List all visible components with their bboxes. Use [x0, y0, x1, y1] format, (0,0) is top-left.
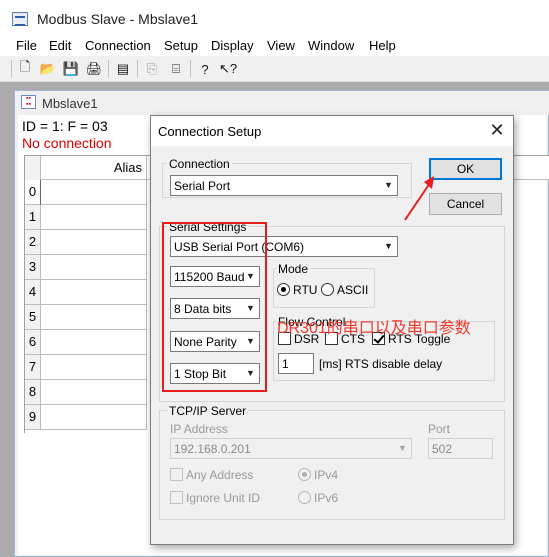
row-number: 0: [25, 180, 41, 205]
connection-group-label: Connection: [167, 157, 232, 171]
chevron-down-icon: ▼: [384, 180, 393, 190]
disconnect-icon[interactable]: ⌸: [166, 59, 186, 79]
alias-cell[interactable]: [41, 255, 147, 280]
connect-icon[interactable]: ⎘: [142, 59, 162, 79]
row-number: 2: [25, 230, 41, 255]
menu-help[interactable]: Help: [369, 38, 396, 53]
alias-cell[interactable]: [41, 355, 147, 380]
menu-file[interactable]: File: [16, 38, 37, 53]
alias-cell[interactable]: [41, 180, 147, 205]
ipv6-label: IPv6: [314, 491, 339, 505]
row-number: 8: [25, 380, 41, 405]
dialog-titlebar[interactable]: Connection Setup ✕: [151, 116, 513, 146]
toolbar-separator: [190, 60, 191, 78]
toolbar-grip: [11, 60, 12, 78]
any-address-label: Any Address: [186, 468, 254, 482]
radio-selected-icon: [277, 283, 290, 296]
alias-cell[interactable]: [41, 405, 147, 430]
row-number: 1: [25, 205, 41, 230]
slave-id-line: ID = 1: F = 03: [22, 118, 108, 134]
menu-connection[interactable]: Connection: [85, 38, 151, 53]
annotation-arrow-line: [404, 179, 433, 221]
document-icon: ▪▪ ▪▪: [21, 95, 36, 109]
print-icon[interactable]: 🖨: [84, 59, 104, 79]
menu-window[interactable]: Window: [308, 38, 354, 53]
annotation-highlight-box: [162, 222, 267, 392]
close-icon[interactable]: ✕: [486, 121, 508, 141]
connection-type-select[interactable]: Serial Port ▼: [170, 175, 398, 196]
alias-column-header[interactable]: Alias: [41, 156, 147, 180]
chevron-down-icon: ▼: [398, 443, 407, 453]
alias-cell[interactable]: [41, 380, 147, 405]
ignore-unit-id-checkbox[interactable]: Ignore Unit ID: [170, 491, 260, 505]
toolbar-separator: [108, 60, 109, 78]
mode-group-label: Mode: [276, 262, 311, 276]
toolbar: 🗋 📂 💾 🖨 ▤ ⎘ ⌸ ? ↖?: [0, 56, 549, 82]
mode-rtu-label: RTU: [293, 283, 318, 297]
mode-ascii-label: ASCII: [337, 283, 369, 297]
ip-address-label: IP Address: [170, 422, 228, 436]
radio-unselected-icon: [298, 491, 311, 504]
annotation-arrow-head: [424, 176, 434, 189]
ignore-unit-id-label: Ignore Unit ID: [186, 491, 261, 505]
row-number: 5: [25, 305, 41, 330]
alias-cell[interactable]: [41, 330, 147, 355]
modbus-app-icon: [12, 12, 28, 26]
child-title: Mbslave1: [42, 96, 98, 111]
radio-unselected-icon: [321, 283, 334, 296]
window-icon[interactable]: ▤: [113, 59, 133, 79]
alias-cell[interactable]: [41, 280, 147, 305]
mode-ascii-radio[interactable]: ASCII: [321, 283, 368, 297]
menu-bar: File Edit Connection Setup Display View …: [0, 36, 549, 56]
app-title: Modbus Slave - Mbslave1: [37, 11, 199, 27]
new-document-icon[interactable]: 🗋: [15, 59, 35, 79]
menu-setup[interactable]: Setup: [164, 38, 198, 53]
alias-cell[interactable]: [41, 305, 147, 330]
row-number: 3: [25, 255, 41, 280]
annotation-text: DR301的串口以及串口参数: [277, 320, 471, 337]
chevron-down-icon: ▼: [384, 241, 393, 251]
port-input[interactable]: 502: [428, 438, 493, 459]
alias-cell[interactable]: [41, 205, 147, 230]
menu-view[interactable]: View: [267, 38, 295, 53]
checkbox-unchecked-icon: [170, 491, 183, 504]
rts-delay-input[interactable]: 1: [278, 353, 314, 374]
child-titlebar[interactable]: ▪▪ ▪▪ Mbslave1: [15, 91, 549, 115]
checkbox-unchecked-icon: [170, 468, 183, 481]
open-folder-icon[interactable]: 📂: [38, 59, 58, 79]
connection-status: No connection: [22, 135, 112, 151]
grid-corner: [25, 156, 41, 180]
radio-selected-icon: [298, 468, 311, 481]
mode-rtu-radio[interactable]: RTU: [277, 283, 317, 297]
annotation-arrow: [404, 176, 434, 221]
app-titlebar: Modbus Slave - Mbslave1: [0, 0, 549, 36]
ipv4-radio[interactable]: IPv4: [298, 468, 338, 482]
row-number: 7: [25, 355, 41, 380]
alias-cell[interactable]: [41, 230, 147, 255]
ipv6-radio[interactable]: IPv6: [298, 491, 338, 505]
toolbar-separator: [137, 60, 138, 78]
context-help-icon[interactable]: ↖?: [218, 59, 238, 79]
ipv4-label: IPv4: [314, 468, 339, 482]
menu-edit[interactable]: Edit: [49, 38, 71, 53]
row-number: 9: [25, 405, 41, 430]
dialog-title: Connection Setup: [158, 124, 262, 139]
ip-address-value: 192.168.0.201: [174, 442, 251, 456]
row-number: 6: [25, 330, 41, 355]
ip-address-select[interactable]: 192.168.0.201 ▼: [170, 438, 412, 459]
menu-display[interactable]: Display: [211, 38, 254, 53]
port-label: Port: [428, 422, 451, 436]
row-number: 4: [25, 280, 41, 305]
save-icon[interactable]: 💾: [61, 59, 81, 79]
any-address-checkbox[interactable]: Any Address: [170, 468, 253, 482]
tcpip-server-label: TCP/IP Server: [167, 404, 249, 418]
help-icon[interactable]: ?: [195, 59, 215, 79]
rts-delay-label: [ms] RTS disable delay: [319, 357, 443, 371]
connection-type-value: Serial Port: [174, 179, 231, 193]
